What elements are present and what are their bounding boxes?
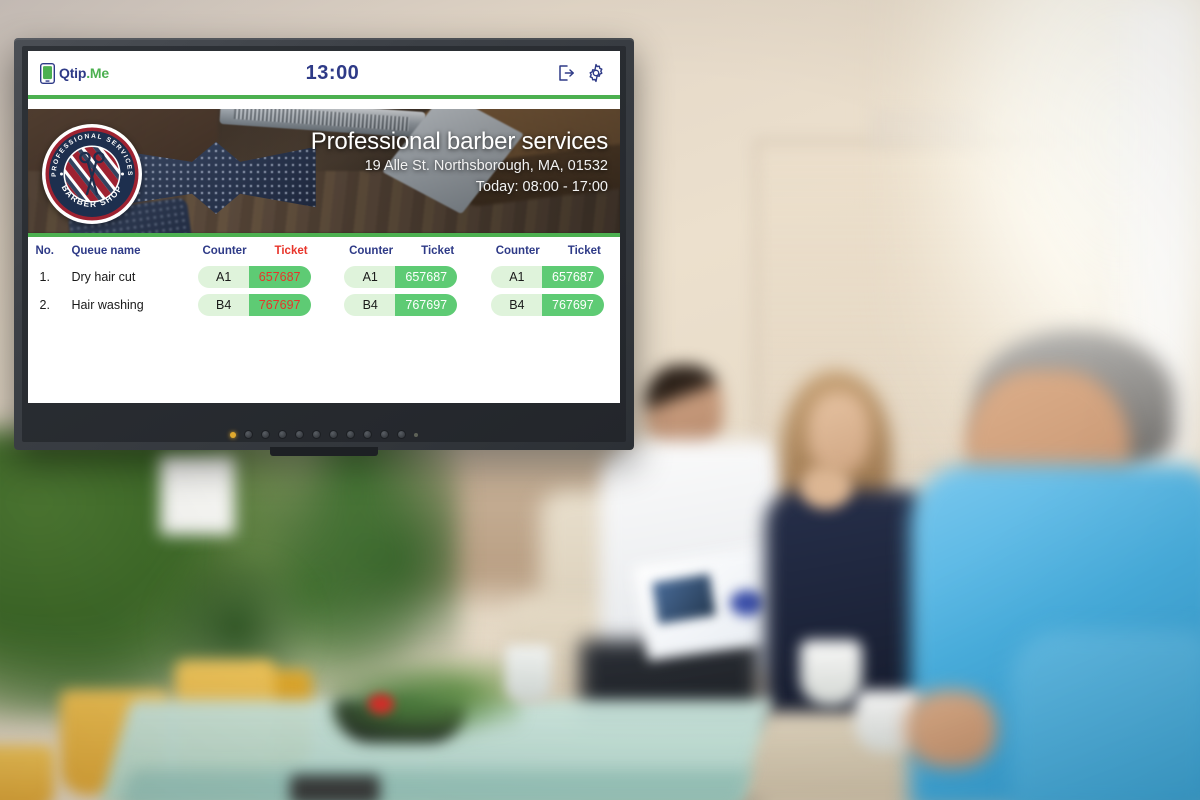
row-number: 2. [39, 298, 50, 312]
row-group-2: A1 657687 [340, 263, 473, 291]
brand-logo: Qtip.Me [39, 62, 109, 84]
ticket-value: 657687 [541, 266, 604, 288]
brand-wordmark: Qtip.Me [59, 65, 109, 81]
shop-banner: PROFESSIONAL SERVICES BARBER SHOP Profes… [28, 109, 620, 233]
counter-value: B4 [197, 294, 250, 316]
counter-value: B4 [490, 294, 543, 316]
monitor-button-7[interactable] [346, 430, 355, 439]
row-queue-name: Dry hair cut [71, 270, 136, 284]
monitor-button-4[interactable] [295, 430, 304, 439]
header-gap-2 [473, 237, 487, 263]
queue-table-header-row: No. Queue name Counter Ticket Counter Ti… [28, 237, 620, 263]
shop-hours: Today: 08:00 - 17:00 [475, 178, 608, 195]
counter-ticket-pair: B4 767697 [344, 294, 469, 316]
monitor-button-1[interactable] [244, 430, 253, 439]
row-group-2: B4 767697 [340, 291, 473, 319]
current-time: 13:00 [305, 61, 360, 84]
row-group-3: B4 767697 [487, 291, 620, 319]
wall-mounted-monitor: Qtip.Me 13:00 PROFESSIONAL SERVICES BARB… [14, 38, 634, 456]
monitor-stand-neck [270, 447, 378, 456]
header-counter-1: Counter [202, 245, 247, 257]
row-group-3: A1 657687 [487, 263, 620, 291]
header-ticket-1: Ticket [274, 245, 308, 257]
counter-value: B4 [344, 294, 397, 316]
logout-icon[interactable] [556, 63, 576, 83]
counter-value: A1 [490, 266, 543, 288]
monitor-bezel-controls [22, 430, 626, 439]
queue-table: No. Queue name Counter Ticket Counter Ti… [28, 237, 620, 319]
counter-value: A1 [197, 266, 250, 288]
brand-name-secondary: Me [89, 65, 109, 81]
monitor-button-6[interactable] [329, 430, 338, 439]
settings-gear-icon[interactable] [586, 63, 606, 83]
row-group-1: B4 767697 [194, 291, 327, 319]
row-queue-name: Hair washing [71, 298, 144, 312]
ticket-value: 767697 [395, 294, 458, 316]
banner-text-block: Professional barber services 19 Alle St.… [310, 128, 608, 198]
counter-ticket-pair: B4 767697 [197, 294, 323, 316]
queue-table-body: 1. Dry hair cut A1 657687 A1 657687 A1 6… [28, 263, 620, 319]
header-counter-3: Counter [495, 245, 540, 257]
counter-ticket-pair: A1 657687 [490, 266, 616, 288]
monitor-button-2[interactable] [261, 430, 270, 439]
counter-value: A1 [344, 266, 397, 288]
counter-ticket-pair: A1 657687 [197, 266, 323, 288]
table-row: 1. Dry hair cut A1 657687 A1 657687 A1 6… [28, 263, 620, 291]
monitor-button-5[interactable] [312, 430, 321, 439]
monitor-power-button[interactable] [397, 430, 406, 439]
monitor-button-9[interactable] [380, 430, 389, 439]
mobile-phone-icon [39, 62, 56, 84]
row-number: 1. [39, 270, 50, 284]
shop-title: Professional barber services [310, 128, 608, 155]
header-ticket-2: Ticket [421, 245, 455, 257]
header-ticket-3: Ticket [567, 245, 601, 257]
header-gap-1 [327, 237, 341, 263]
header-spacer [28, 99, 620, 109]
ticket-value: 657687 [395, 266, 458, 288]
row-gap-2 [473, 263, 487, 291]
monitor-bezel: Qtip.Me 13:00 PROFESSIONAL SERVICES BARB… [22, 46, 626, 442]
monitor-button-3[interactable] [278, 430, 287, 439]
row-group-1: A1 657687 [194, 263, 327, 291]
row-gap-1 [327, 291, 341, 319]
monitor-button-8[interactable] [363, 430, 372, 439]
ticket-value: 657687 [248, 266, 311, 288]
ticket-value: 767697 [541, 294, 604, 316]
brand-name-primary: Qtip [59, 65, 87, 81]
header-counter-2: Counter [349, 245, 394, 257]
table-row: 2. Hair washing B4 767697 B4 767697 B4 7… [28, 291, 620, 319]
header-no: No. [35, 245, 54, 257]
status-led-icon [414, 432, 418, 437]
row-gap-2 [473, 291, 487, 319]
power-led-icon [230, 431, 236, 438]
ticket-value: 767697 [248, 294, 311, 316]
queue-display-screen: Qtip.Me 13:00 PROFESSIONAL SERVICES BARB… [28, 51, 620, 403]
barber-shop-badge-logo: PROFESSIONAL SERVICES BARBER SHOP [42, 124, 142, 224]
counter-ticket-pair: A1 657687 [344, 266, 469, 288]
queue-table-container: No. Queue name Counter Ticket Counter Ti… [28, 237, 620, 385]
header-actions [556, 63, 606, 83]
counter-ticket-pair: B4 767697 [490, 294, 616, 316]
header-queue-name: Queue name [71, 245, 141, 257]
shop-address: 19 Alle St. Northsborough, MA, 01532 [364, 157, 608, 174]
row-gap-1 [327, 263, 341, 291]
app-header: Qtip.Me 13:00 [28, 51, 620, 95]
